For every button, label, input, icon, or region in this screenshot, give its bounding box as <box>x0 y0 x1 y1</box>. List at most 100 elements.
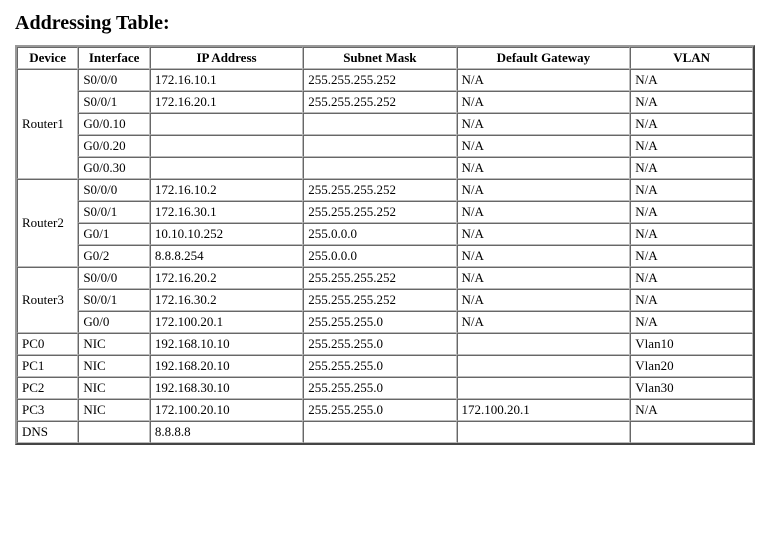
interface-cell: NIC <box>78 355 150 377</box>
gateway-cell <box>457 355 631 377</box>
mask-cell: 255.255.255.0 <box>303 355 456 377</box>
gateway-cell: N/A <box>457 223 631 245</box>
interface-cell: S0/0/0 <box>78 69 150 91</box>
vlan-cell <box>630 421 753 443</box>
interface-cell: S0/0/1 <box>78 289 150 311</box>
mask-cell <box>303 421 456 443</box>
ip-cell <box>150 157 303 179</box>
vlan-cell: N/A <box>630 157 753 179</box>
ip-cell: 172.16.30.2 <box>150 289 303 311</box>
ip-cell <box>150 135 303 157</box>
table-header-row: Device Interface IP Address Subnet Mask … <box>17 47 753 69</box>
table-row: PC2NIC192.168.30.10255.255.255.0Vlan30 <box>17 377 753 399</box>
device-cell: PC0 <box>17 333 78 355</box>
table-row: G0/0172.100.20.1255.255.255.0N/AN/A <box>17 311 753 333</box>
vlan-cell: N/A <box>630 201 753 223</box>
mask-cell: 255.0.0.0 <box>303 223 456 245</box>
device-cell: Router1 <box>17 69 78 179</box>
col-vlan: VLAN <box>630 47 753 69</box>
gateway-cell: N/A <box>457 245 631 267</box>
table-row: PC3NIC172.100.20.10255.255.255.0172.100.… <box>17 399 753 421</box>
vlan-cell: Vlan10 <box>630 333 753 355</box>
interface-cell: S0/0/1 <box>78 91 150 113</box>
addressing-table: Device Interface IP Address Subnet Mask … <box>15 45 755 445</box>
gateway-cell: N/A <box>457 201 631 223</box>
table-row: G0/28.8.8.254255.0.0.0N/AN/A <box>17 245 753 267</box>
vlan-cell: N/A <box>630 267 753 289</box>
gateway-cell <box>457 377 631 399</box>
vlan-cell: N/A <box>630 91 753 113</box>
device-cell: PC1 <box>17 355 78 377</box>
interface-cell: G0/2 <box>78 245 150 267</box>
vlan-cell: N/A <box>630 289 753 311</box>
mask-cell <box>303 113 456 135</box>
vlan-cell: N/A <box>630 399 753 421</box>
table-row: DNS8.8.8.8 <box>17 421 753 443</box>
ip-cell: 10.10.10.252 <box>150 223 303 245</box>
interface-cell: S0/0/1 <box>78 201 150 223</box>
mask-cell: 255.255.255.0 <box>303 377 456 399</box>
table-row: S0/0/1172.16.30.1255.255.255.252N/AN/A <box>17 201 753 223</box>
ip-cell: 192.168.30.10 <box>150 377 303 399</box>
interface-cell: S0/0/0 <box>78 267 150 289</box>
ip-cell: 172.16.20.1 <box>150 91 303 113</box>
table-row: G0/0.20 N/AN/A <box>17 135 753 157</box>
interface-cell: S0/0/0 <box>78 179 150 201</box>
ip-cell: 172.16.30.1 <box>150 201 303 223</box>
table-row: PC1NIC192.168.20.10255.255.255.0 Vlan20 <box>17 355 753 377</box>
vlan-cell: N/A <box>630 113 753 135</box>
interface-cell: G0/0 <box>78 311 150 333</box>
ip-cell <box>150 113 303 135</box>
gateway-cell: N/A <box>457 267 631 289</box>
mask-cell: 255.255.255.0 <box>303 311 456 333</box>
mask-cell: 255.255.255.252 <box>303 267 456 289</box>
interface-cell: NIC <box>78 399 150 421</box>
mask-cell: 255.255.255.252 <box>303 289 456 311</box>
vlan-cell: N/A <box>630 245 753 267</box>
gateway-cell: N/A <box>457 311 631 333</box>
table-row: Router1S0/0/0172.16.10.1255.255.255.252N… <box>17 69 753 91</box>
interface-cell <box>78 421 150 443</box>
vlan-cell: Vlan30 <box>630 377 753 399</box>
gateway-cell: N/A <box>457 91 631 113</box>
vlan-cell: Vlan20 <box>630 355 753 377</box>
mask-cell: 255.255.255.252 <box>303 91 456 113</box>
gateway-cell <box>457 333 631 355</box>
gateway-cell: N/A <box>457 157 631 179</box>
mask-cell: 255.255.255.252 <box>303 69 456 91</box>
interface-cell: G0/1 <box>78 223 150 245</box>
interface-cell: NIC <box>78 377 150 399</box>
table-body: Router1S0/0/0172.16.10.1255.255.255.252N… <box>17 69 753 443</box>
gateway-cell <box>457 421 631 443</box>
gateway-cell: N/A <box>457 289 631 311</box>
table-row: G0/110.10.10.252255.0.0.0N/AN/A <box>17 223 753 245</box>
table-row: Router2S0/0/0172.16.10.2255.255.255.252N… <box>17 179 753 201</box>
device-cell: PC3 <box>17 399 78 421</box>
mask-cell: 255.255.255.0 <box>303 399 456 421</box>
ip-cell: 172.100.20.10 <box>150 399 303 421</box>
ip-cell: 172.16.10.1 <box>150 69 303 91</box>
interface-cell: G0/0.30 <box>78 157 150 179</box>
gateway-cell: N/A <box>457 135 631 157</box>
col-ip: IP Address <box>150 47 303 69</box>
ip-cell: 172.16.10.2 <box>150 179 303 201</box>
vlan-cell: N/A <box>630 179 753 201</box>
ip-cell: 8.8.8.8 <box>150 421 303 443</box>
interface-cell: G0/0.10 <box>78 113 150 135</box>
ip-cell: 8.8.8.254 <box>150 245 303 267</box>
mask-cell: 255.255.255.252 <box>303 179 456 201</box>
device-cell: Router2 <box>17 179 78 267</box>
table-row: S0/0/1172.16.20.1255.255.255.252N/AN/A <box>17 91 753 113</box>
ip-cell: 192.168.10.10 <box>150 333 303 355</box>
vlan-cell: N/A <box>630 69 753 91</box>
page-title: Addressing Table: <box>15 12 767 35</box>
interface-cell: G0/0.20 <box>78 135 150 157</box>
mask-cell: 255.0.0.0 <box>303 245 456 267</box>
col-gw: Default Gateway <box>457 47 631 69</box>
vlan-cell: N/A <box>630 135 753 157</box>
ip-cell: 192.168.20.10 <box>150 355 303 377</box>
mask-cell <box>303 135 456 157</box>
ip-cell: 172.16.20.2 <box>150 267 303 289</box>
gateway-cell: 172.100.20.1 <box>457 399 631 421</box>
ip-cell: 172.100.20.1 <box>150 311 303 333</box>
